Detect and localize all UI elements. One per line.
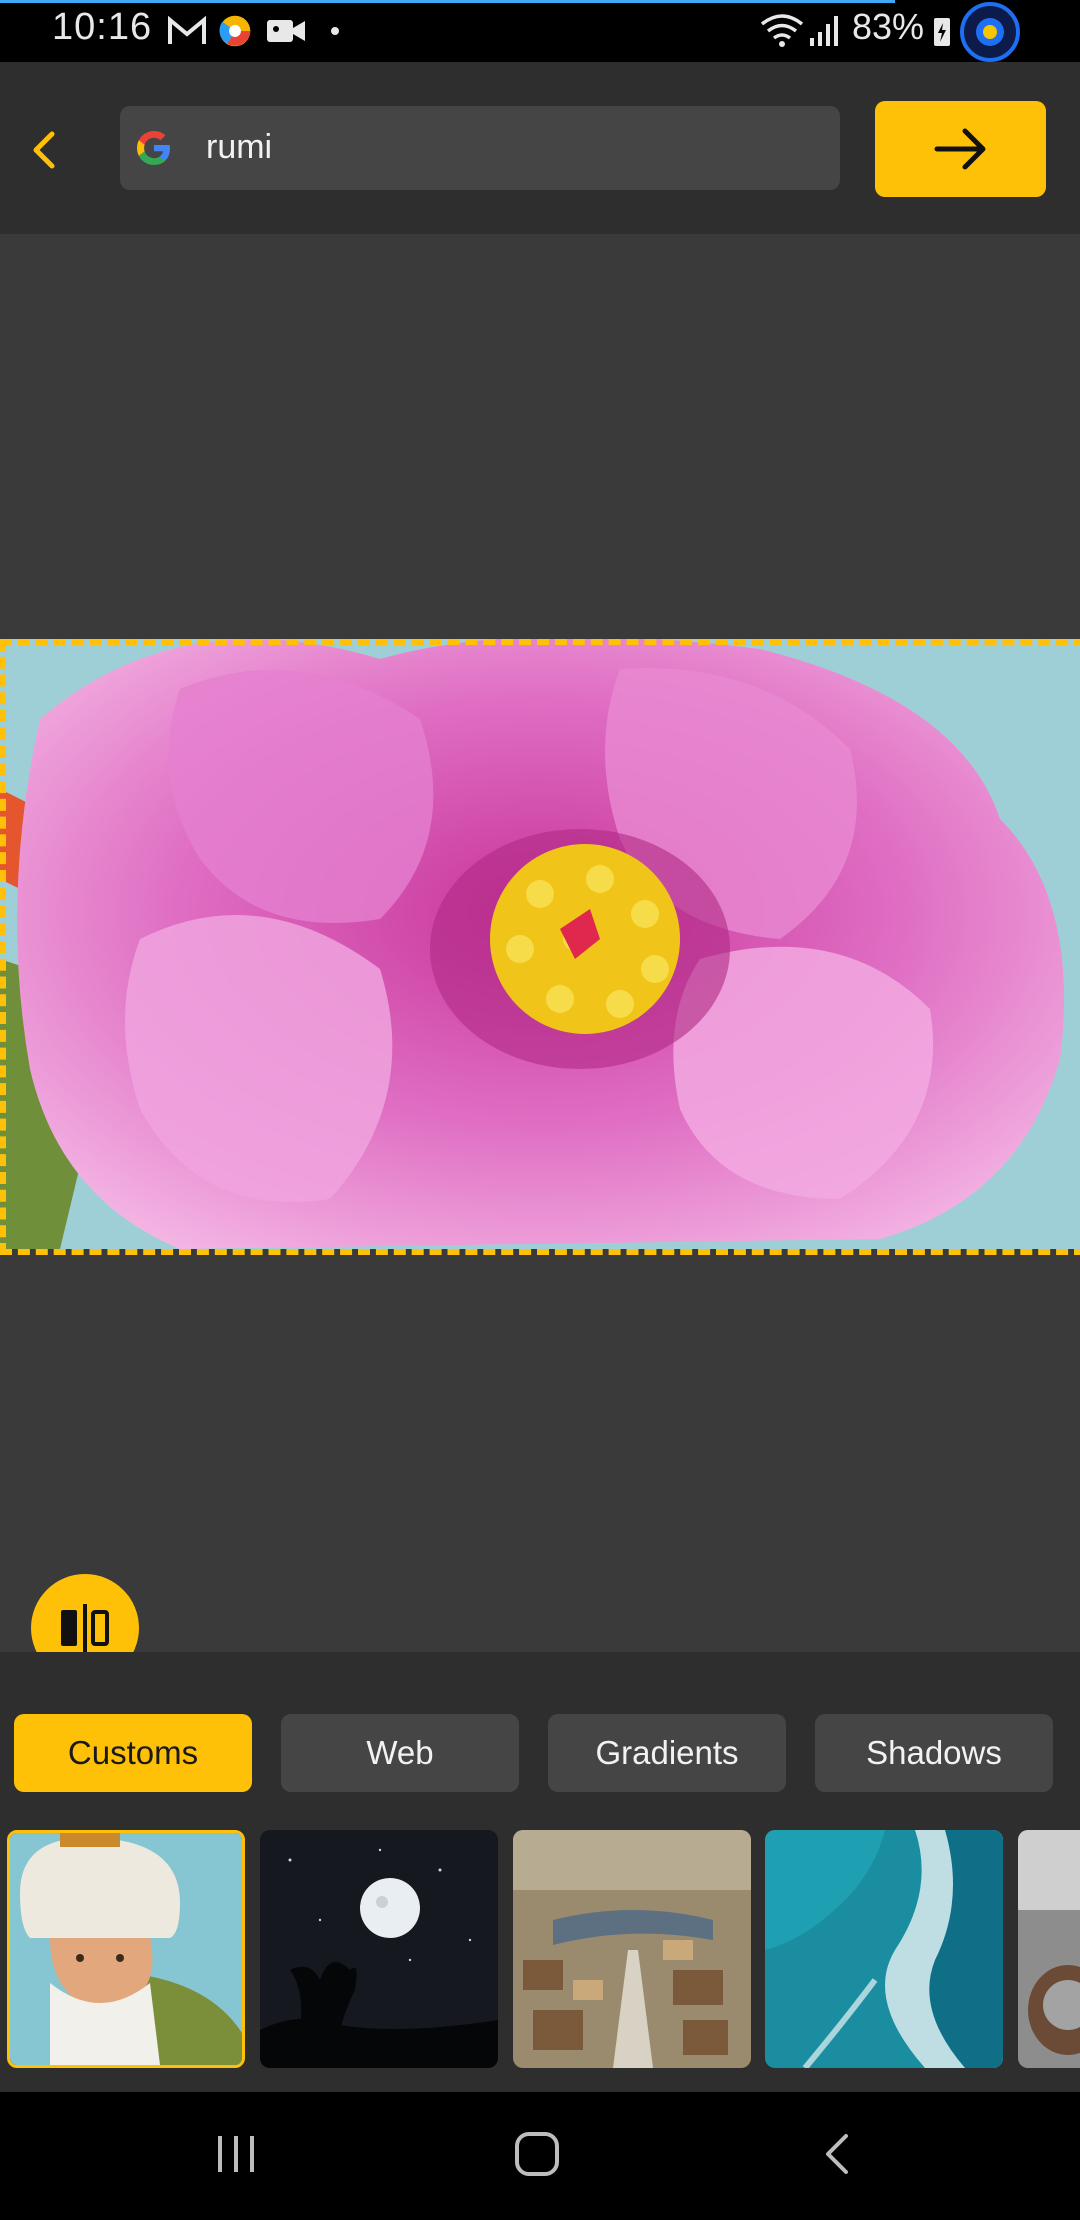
partial-thumb[interactable] [1018, 1830, 1080, 2068]
tab-shadows[interactable]: Shadows [815, 1714, 1053, 1792]
selection-border [0, 639, 1080, 1255]
home-icon[interactable] [513, 2130, 561, 2178]
google-g-icon [137, 131, 170, 165]
search-field[interactable]: rumi [120, 106, 840, 190]
battery-percent: 83% [852, 6, 925, 47]
dot-icon [331, 27, 339, 35]
tab-gradients[interactable]: Gradients [548, 1714, 786, 1792]
arrow-right-icon [934, 128, 986, 170]
go-button[interactable] [875, 101, 1046, 197]
page-load-progress [0, 0, 895, 3]
top-app-bar: rumi [0, 62, 1080, 234]
video-icon [267, 20, 305, 42]
chevron-left-icon[interactable] [20, 126, 68, 174]
tab-web[interactable]: Web [281, 1714, 519, 1792]
search-input[interactable]: rumi [206, 128, 272, 167]
editor-canvas [0, 234, 1080, 1837]
flip-horizontal-icon [61, 1604, 109, 1652]
battery-charging-icon [934, 18, 950, 46]
status-bar: 10:16 83% [0, 0, 1080, 62]
signal-icon [810, 16, 838, 46]
tab-customs[interactable]: Customs [14, 1714, 252, 1792]
wifi-icon [760, 14, 804, 47]
moon-night-thumb[interactable] [260, 1830, 498, 2068]
overlay-app-icon[interactable] [955, 2, 1025, 62]
ocean-waves-thumb[interactable] [765, 1830, 1003, 2068]
system-nav-bar [0, 2092, 1080, 2220]
chrome-canary-icon [219, 15, 251, 47]
city-aerial-thumb[interactable] [513, 1830, 751, 2068]
recents-icon[interactable] [212, 2132, 260, 2176]
background-picker: Customs Web Gradients Shadows [0, 1652, 1080, 2092]
rumi-portrait-thumb[interactable] [7, 1830, 245, 2068]
gmail-icon [168, 15, 206, 44]
back-icon[interactable] [818, 2130, 858, 2178]
status-time: 10:16 [52, 6, 153, 48]
